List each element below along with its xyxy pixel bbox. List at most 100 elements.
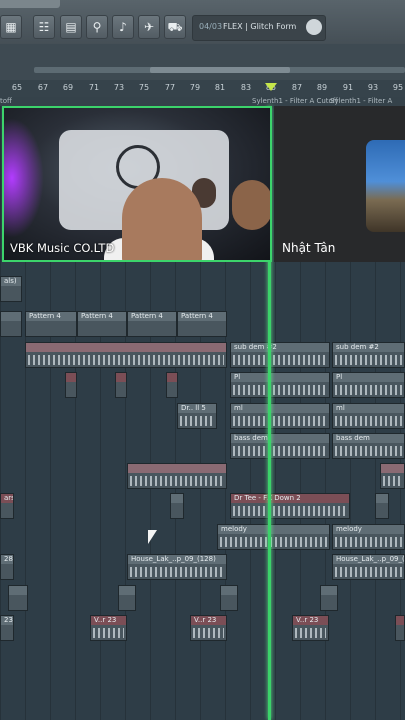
clip-header — [66, 373, 76, 382]
playlist-clip[interactable]: ml — [332, 403, 405, 429]
playlist-clip[interactable]: 28) — [0, 554, 14, 580]
playlist-clip[interactable]: Pattern 4 — [177, 311, 227, 337]
playlist-clip[interactable]: Pl — [230, 372, 330, 398]
ruler-tick: 89 — [316, 83, 328, 92]
playlist-clip[interactable] — [380, 463, 405, 489]
waveform — [233, 416, 327, 426]
clip-header — [396, 616, 404, 625]
waveform — [335, 355, 402, 365]
clip-header — [167, 373, 177, 382]
file-icon[interactable]: ▤ — [60, 15, 82, 39]
ruler-tick: 77 — [164, 83, 176, 92]
playlist-clip[interactable]: House_Lak_..p_09_(128) — [332, 554, 405, 580]
ruler-tick: 81 — [214, 83, 226, 92]
clip-label: V..r 23 — [91, 616, 126, 625]
playlist-clip[interactable]: Dr.. ll 5 — [177, 403, 217, 429]
waveform — [295, 628, 326, 638]
playlist-clip[interactable]: sub dem #2 — [332, 342, 405, 368]
clip-label: ars — [1, 494, 13, 503]
ruler-tick: 67 — [37, 83, 49, 92]
waveform — [233, 446, 327, 456]
plug-icon[interactable]: ⚲ — [86, 15, 108, 39]
ruler-tick: 79 — [189, 83, 201, 92]
ruler-tick: 87 — [291, 83, 303, 92]
playlist-clip[interactable] — [8, 585, 28, 611]
playlist-clip[interactable] — [118, 585, 136, 611]
playlist-clip[interactable] — [115, 372, 127, 398]
playlist-clip[interactable]: bass dem — [332, 433, 405, 459]
playlist-clip[interactable]: ml — [230, 403, 330, 429]
waveform — [28, 355, 224, 365]
bird-icon[interactable]: ✈ — [138, 15, 160, 39]
playhead-marker-icon[interactable] — [265, 83, 277, 91]
playlist-clip[interactable]: Dr Tee - FX Down 2 — [230, 493, 350, 519]
mic-icon[interactable]: ♪ — [112, 15, 134, 39]
ruler-tick: 93 — [367, 83, 379, 92]
playlist-clip[interactable]: ars — [0, 493, 14, 519]
clip-label: 28) — [1, 555, 13, 564]
clip-label: Pattern 4 — [128, 312, 176, 321]
participant-name: VBK Music CO.LTD — [10, 241, 115, 255]
clip-label: House_Lak_..p_09_(128) — [333, 555, 404, 564]
playlist-clip[interactable] — [0, 311, 22, 337]
playlist-clip[interactable]: V..r 23 — [190, 615, 227, 641]
playlist-clip[interactable]: als) — [0, 276, 22, 302]
playlist-clip[interactable] — [170, 493, 184, 519]
waveform — [233, 385, 327, 395]
playlist-clip[interactable]: Pl — [332, 372, 405, 398]
piano-roll-icon[interactable]: ☷ — [33, 15, 55, 39]
overview-scroll-thumb[interactable] — [150, 67, 290, 73]
clip-label: sub dem #2 — [333, 343, 404, 352]
playlist-clip[interactable]: 23 — [0, 615, 14, 641]
playlist-clip[interactable] — [220, 585, 238, 611]
clip-label: Pattern 4 — [26, 312, 76, 321]
playlist-clip[interactable]: Pattern 4 — [77, 311, 127, 337]
ruler-tick: 69 — [62, 83, 74, 92]
clip-label: bass dem — [333, 434, 404, 443]
cart-icon[interactable]: ⛟ — [164, 15, 186, 39]
playlist-clip[interactable]: melody — [332, 524, 405, 550]
playlist-clip[interactable] — [166, 372, 178, 398]
grid-icon[interactable]: ▦ — [0, 15, 22, 39]
playlist-clip[interactable]: V..r 23 — [90, 615, 127, 641]
ruler-tick: 83 — [240, 83, 252, 92]
playlist-clip[interactable] — [25, 342, 227, 368]
playlist-clip[interactable] — [320, 585, 338, 611]
clip-label: V..r 23 — [293, 616, 328, 625]
song-position: 04/03 — [199, 22, 223, 31]
playlist-overview[interactable] — [0, 44, 405, 80]
clip-label: sub dem #2 — [231, 343, 329, 352]
playlist-clip[interactable]: House_Lak_..p_09_(128) — [127, 554, 227, 580]
clip-label: Dr Tee - FX Down 2 — [231, 494, 349, 503]
waveform — [335, 567, 402, 577]
waveform — [220, 537, 327, 547]
project-title: FLEX | Glitch Form — [223, 22, 297, 31]
playlist-clip[interactable]: Pattern 4 — [25, 311, 77, 337]
playlist-clip[interactable]: sub dem #2 — [230, 342, 330, 368]
playlist-clip[interactable]: V..r 23 — [292, 615, 329, 641]
clip-label: Dr.. ll 5 — [178, 404, 216, 413]
waveform — [193, 628, 224, 638]
clip-label: als) — [1, 277, 21, 286]
playlist-clip[interactable]: Pattern 4 — [127, 311, 177, 337]
clip-header — [171, 494, 183, 503]
purple-light — [4, 118, 44, 238]
playlist-clip[interactable]: bass dem — [230, 433, 330, 459]
ruler-tick: 65 — [11, 83, 23, 92]
waveform — [233, 355, 327, 365]
clip-label: melody — [218, 525, 329, 534]
toolbar: ▦ ☷ ▤ ⚲ ♪ ✈ ⛟ 04/03 FLEX | Glitch Form — [0, 0, 405, 45]
clip-header — [381, 464, 404, 473]
clip-header — [119, 586, 135, 595]
ruler-tick: 75 — [138, 83, 150, 92]
timeline-ruler[interactable]: 65 67 69 71 73 75 77 79 81 83 85 87 89 9… — [0, 80, 405, 98]
playlist-clip[interactable]: melody — [217, 524, 330, 550]
clip-label: bass dem — [231, 434, 329, 443]
playlist-clip[interactable] — [395, 615, 405, 641]
playlist-clip[interactable] — [65, 372, 77, 398]
ruler-tick: 71 — [88, 83, 100, 92]
playlist-clip[interactable] — [127, 463, 227, 489]
automation-row[interactable]: toff Sylenth1 - Filter A Cutoff Sylenth1… — [0, 97, 405, 106]
globe-icon[interactable] — [306, 19, 322, 35]
playlist-clip[interactable] — [375, 493, 389, 519]
